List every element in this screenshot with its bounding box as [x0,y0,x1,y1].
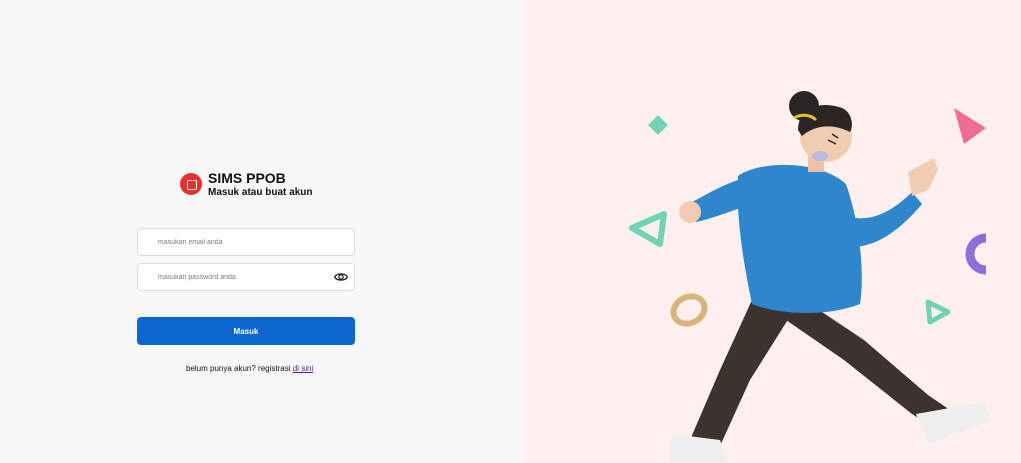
pink-triangle-shape [954,108,986,144]
purple-arc-shape [965,233,987,275]
brand-tagline: Masuk atau buat akun [208,187,313,198]
login-panel: SIMS PPOB Masuk atau buat akun Masuk bel… [0,0,524,463]
back-leg [690,300,794,446]
register-link[interactable]: di sini [293,364,313,373]
brand-header: SIMS PPOB Masuk atau buat akun [180,170,312,199]
illustration-panel [524,0,1021,463]
register-text: belum punya akun? registrasi [186,364,291,373]
cheek [812,151,828,161]
password-field[interactable] [137,263,355,291]
logo-icon [180,173,202,195]
front-hand [908,158,938,196]
login-button[interactable]: Masuk [137,317,355,345]
brand-name: SIMS PPOB [208,170,286,186]
email-field[interactable] [137,228,355,256]
ring-shape [670,293,708,327]
small-triangle-shape [925,299,951,325]
diamond-shape [648,115,668,135]
email-input[interactable] [158,235,328,249]
back-hand [679,201,701,223]
eye-icon[interactable] [334,271,348,283]
illustration [629,91,992,463]
register-prompt: belum punya akun? registrasi di sini [186,364,313,373]
green-triangle-shape [629,211,667,247]
front-leg [786,300,950,428]
password-input[interactable] [158,270,328,284]
